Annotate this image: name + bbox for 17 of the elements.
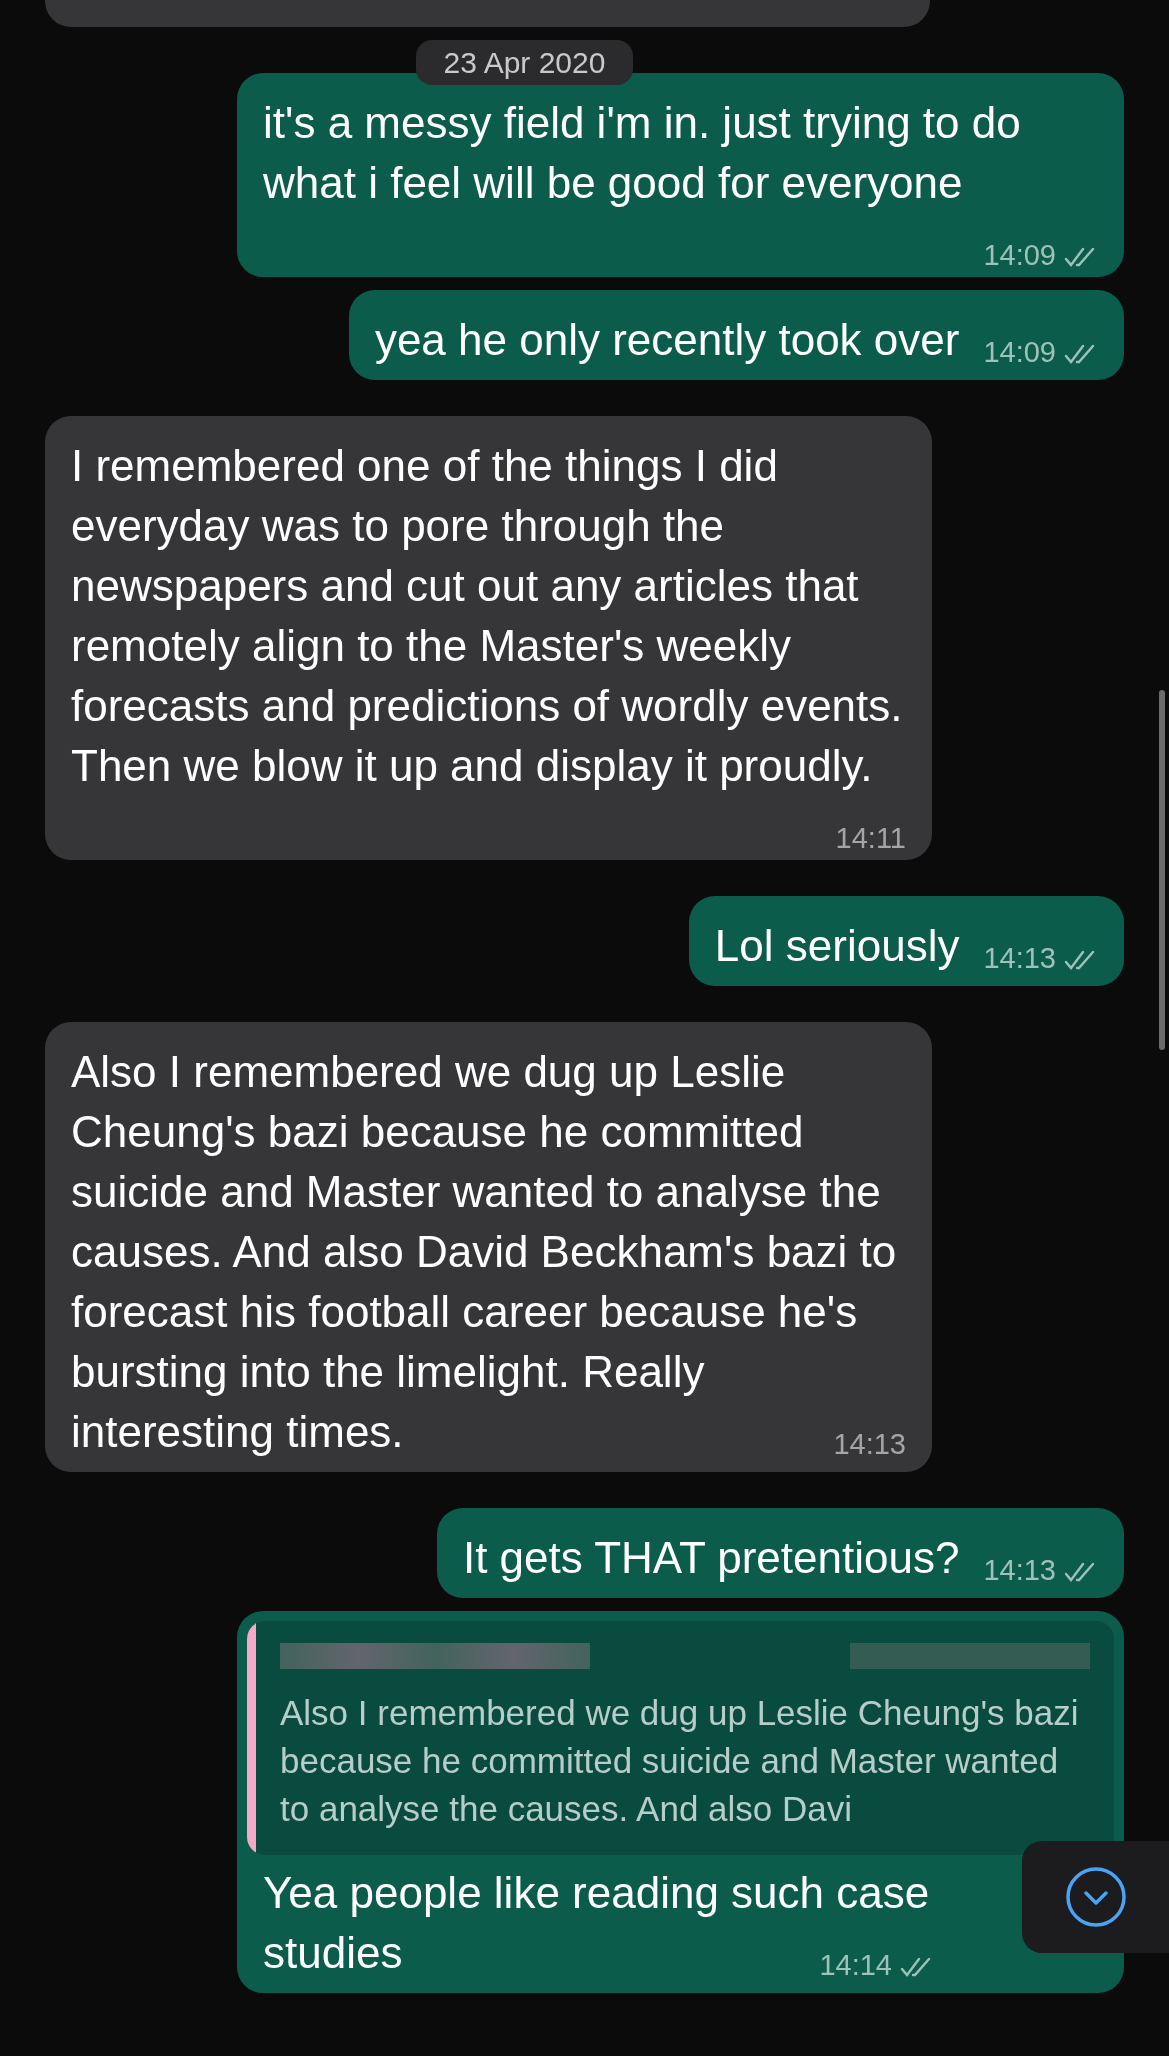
- quoted-message[interactable]: Also I remembered we dug up Leslie Cheung's bazi because he committed suicide and Master wanted to analyse the causes. And also Davi: [247, 1621, 1114, 1855]
- scroll-down-button[interactable]: [1022, 1841, 1169, 1953]
- message-time: 14:13: [983, 938, 1098, 978]
- message-time: 14:11: [835, 821, 906, 856]
- chevron-down-circle-icon: [1064, 1866, 1127, 1928]
- quoted-text: Also I remembered we dug up Leslie Cheung's bazi because he committed suicide and Master wanted to analyse the causes. And also Davi: [280, 1692, 1080, 1830]
- message-text: Also I remembered we dug up Leslie Cheung's bazi because he committed suicide and Master wanted to analyse the causes. And also David Beckham's bazi to forecast his football career because he's bursting into the limelight. Really interesting times. 14:13: [71, 1042, 906, 1462]
- message-time: 14:09: [983, 235, 1098, 275]
- message-text: yea he only recently took over 14:09: [374, 310, 1098, 370]
- message-time: 14:13: [833, 1427, 906, 1462]
- scrollbar[interactable]: [1159, 690, 1165, 1050]
- date-chip: 23 Apr 2020: [415, 40, 634, 85]
- message-time: 14:09: [983, 332, 1098, 372]
- message-time: 14:13: [983, 1550, 1098, 1590]
- message-time: 14:14: [819, 1945, 934, 1985]
- message-text: Lol seriously 14:13: [714, 916, 1098, 976]
- message-text: It gets THAT pretentious? 14:13: [462, 1528, 1098, 1588]
